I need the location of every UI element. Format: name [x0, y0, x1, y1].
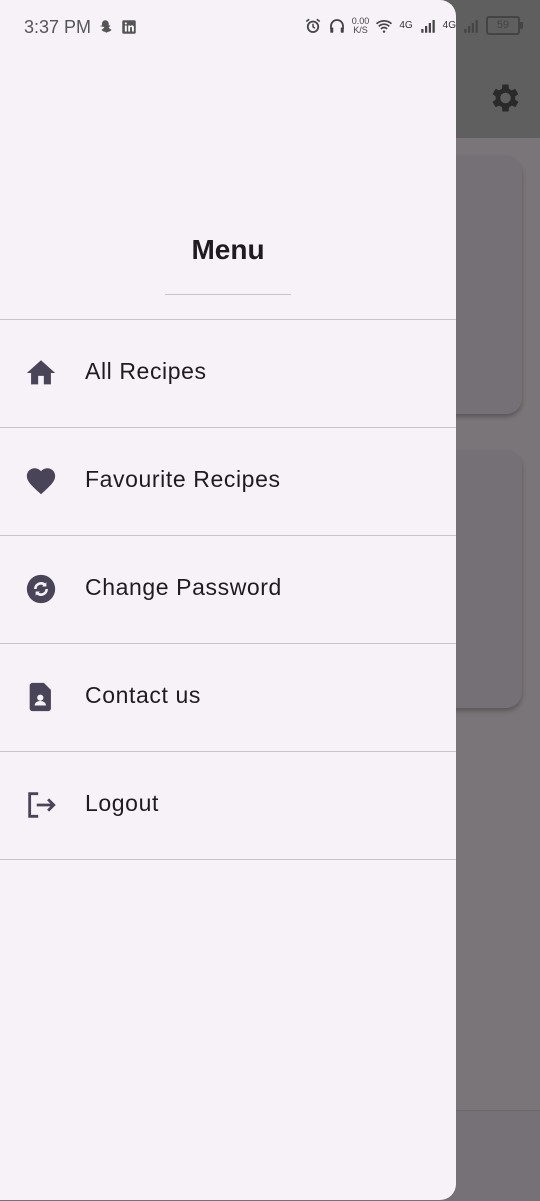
battery-indicator: 59 — [486, 16, 523, 35]
network-speed-unit: K/S — [353, 24, 368, 35]
menu-item-favourite-recipes[interactable]: Favourite Recipes — [0, 427, 456, 535]
menu-item-label: All Recipes — [85, 358, 207, 384]
logout-icon — [28, 792, 56, 818]
signal-icon — [464, 19, 478, 33]
contact-file-icon — [29, 682, 51, 712]
network-type-2: 4G — [442, 20, 456, 31]
title-divider — [165, 294, 291, 295]
menu-item-change-password[interactable]: Change Password — [0, 535, 456, 643]
menu-item-contact-us[interactable]: Contact us — [0, 643, 456, 751]
menu-item-all-recipes[interactable]: All Recipes — [0, 319, 456, 427]
menu-item-label: Logout — [85, 790, 159, 816]
menu-item-logout[interactable]: Logout — [0, 751, 456, 860]
status-time: 3:37 PM — [24, 17, 92, 37]
network-speed: 0.00 K/S — [352, 16, 370, 35]
menu-item-label: Change Password — [85, 574, 282, 600]
wifi-icon — [376, 19, 393, 33]
gear-icon — [492, 84, 519, 112]
drawer-menu-list: All Recipes Favourite Recipes Change Pas… — [0, 319, 456, 860]
sync-icon — [26, 574, 56, 604]
navigation-drawer: Menu All Recipes Favourite Recipes Chang… — [0, 0, 456, 1200]
network-type-1: 4G — [399, 20, 413, 31]
menu-item-label: Contact us — [85, 682, 201, 708]
menu-item-label: Favourite Recipes — [85, 466, 281, 492]
home-icon — [26, 360, 56, 385]
alarm-icon — [305, 18, 321, 33]
linkedin-icon — [122, 20, 136, 34]
drawer-title: Menu — [191, 234, 265, 265]
heart-icon — [26, 468, 56, 495]
status-left-icons — [96, 18, 138, 36]
signal-icon — [420, 19, 435, 33]
snapchat-icon — [100, 20, 112, 33]
status-bar: 3:37 PM 0.00 K/S 4G 4G 59 — [0, 0, 540, 54]
status-right-icons: 0.00 K/S 4G 4G 59 — [304, 16, 523, 35]
headphones-icon — [329, 18, 344, 33]
